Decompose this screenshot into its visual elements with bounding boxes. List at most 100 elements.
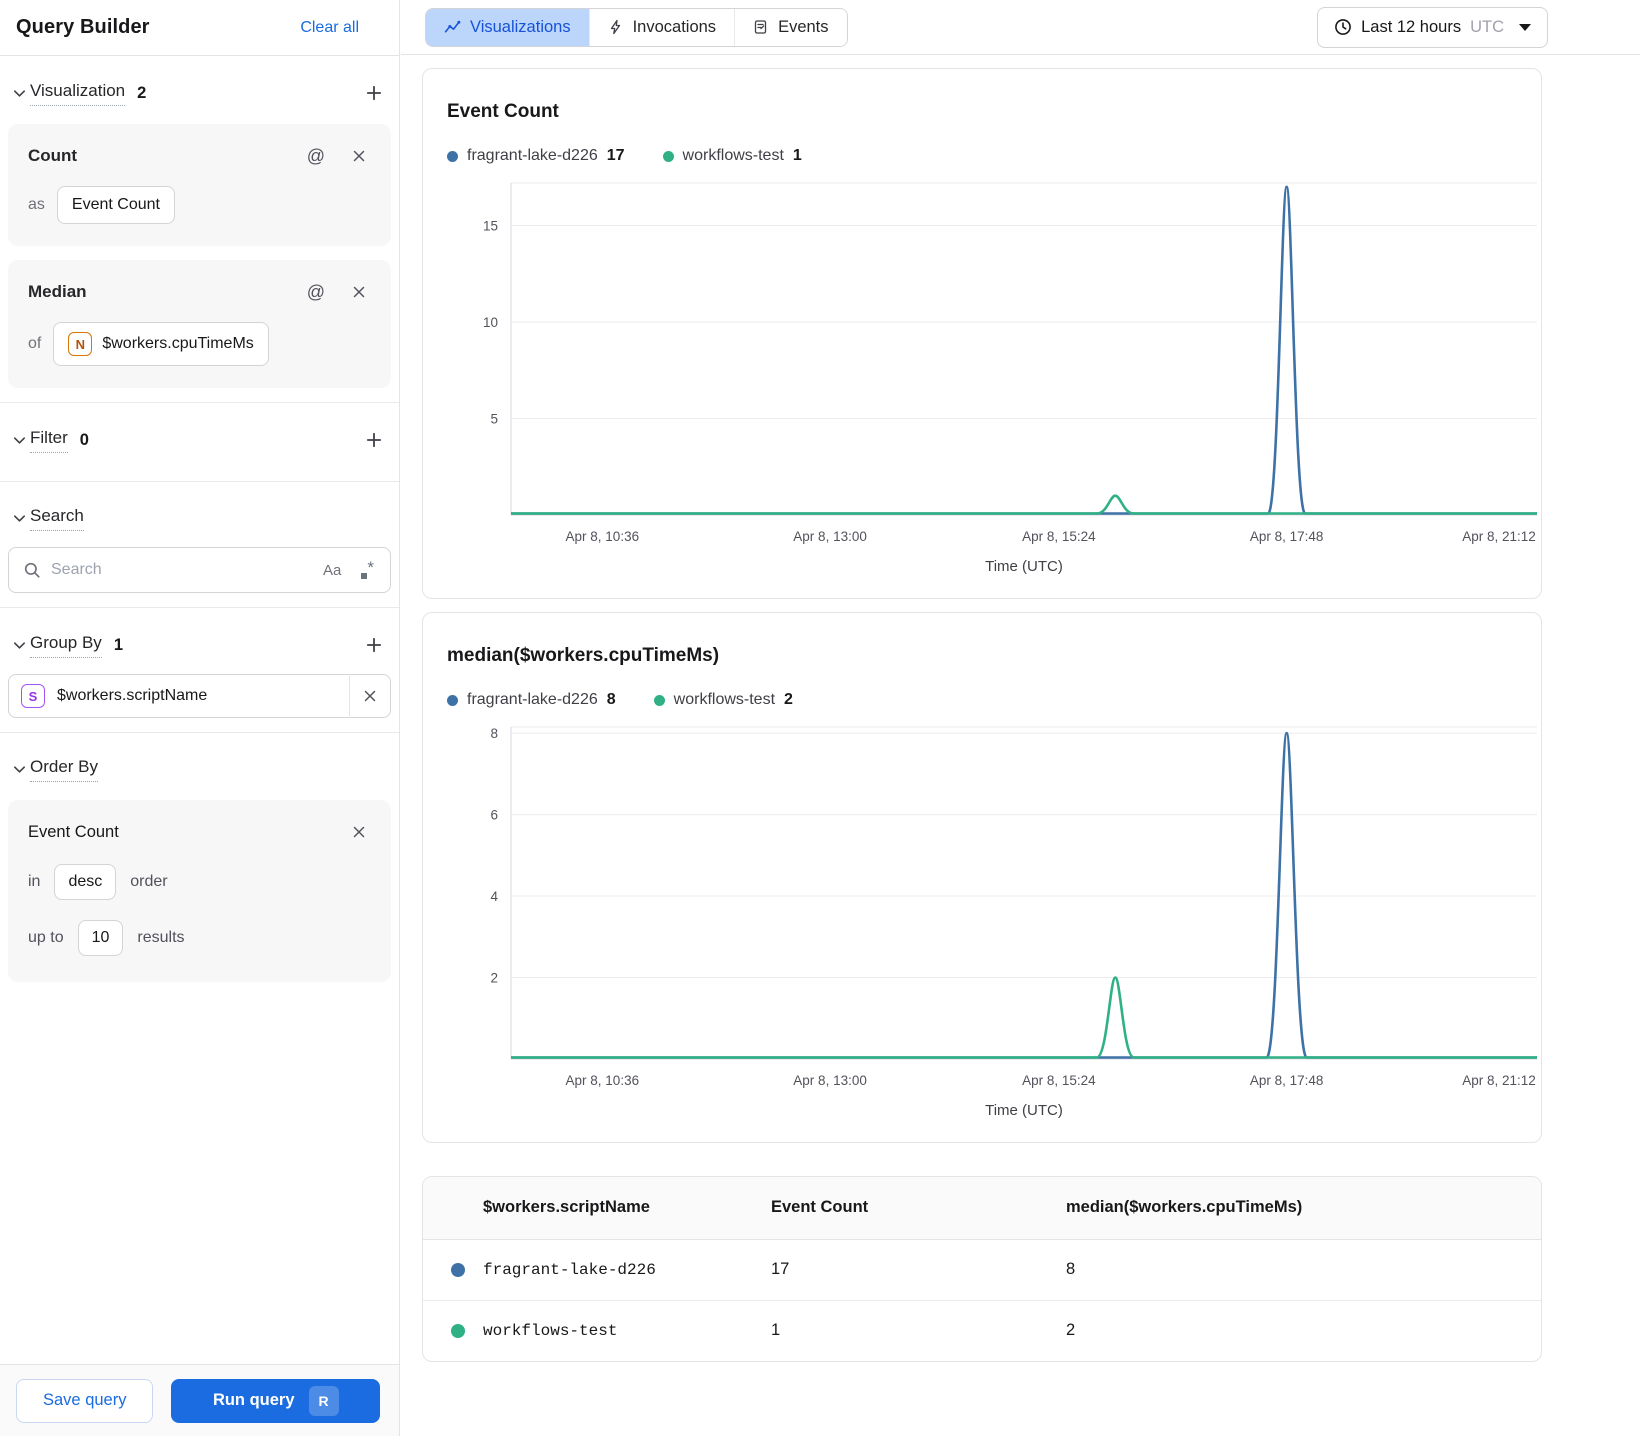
- clear-all-link[interactable]: Clear all: [300, 19, 359, 37]
- search-section-label[interactable]: Search: [30, 506, 84, 531]
- group-by-field-value: $workers.scriptName: [57, 687, 208, 704]
- visualization-section-header: Visualization 2: [8, 56, 391, 120]
- run-shortcut-badge: R: [308, 1385, 339, 1416]
- svg-text:10: 10: [483, 315, 498, 330]
- median-field-selector[interactable]: N $workers.cpuTimeMs: [53, 322, 269, 366]
- filter-section-label[interactable]: Filter: [30, 428, 68, 453]
- query-actions-footer: Save query Run query R: [0, 1364, 399, 1436]
- remove-order-by-button[interactable]: [347, 820, 371, 844]
- search-input[interactable]: [51, 561, 308, 579]
- search-section-header: Search: [8, 482, 391, 545]
- order-by-card: Event Count in desc order up to 10 resul…: [8, 800, 391, 982]
- svg-text:Time (UTC): Time (UTC): [985, 558, 1063, 575]
- median-cell: 8: [1066, 1260, 1076, 1278]
- chevron-down-icon[interactable]: [8, 762, 30, 777]
- legend-series-name: workflows-test: [673, 691, 776, 708]
- at-icon[interactable]: @: [297, 282, 335, 303]
- legend-series-name: workflows-test: [682, 147, 784, 164]
- alias-prefix-label: as: [28, 196, 45, 213]
- visualization-section-label[interactable]: Visualization: [30, 81, 126, 106]
- tab-invocations[interactable]: Invocations: [588, 8, 735, 46]
- line-chart[interactable]: 2 4 6 8 Apr 8, 10:36 Apr 8, 13:00 Apr 8, 15:24…: [447, 719, 1537, 1128]
- run-query-button[interactable]: Run query R: [171, 1378, 380, 1423]
- series-line: [511, 976, 1537, 1059]
- visualizations-content: Event Count fragrant-lake-d226 17 workflow…: [401, 55, 1640, 1362]
- script-name-cell: fragrant-lake-d226: [483, 1260, 656, 1279]
- legend-item[interactable]: fragrant-lake-d226 8: [447, 691, 616, 709]
- series-dot-icon: [653, 694, 665, 706]
- search-field-container: Aa *: [8, 547, 391, 593]
- script-name-cell: workflows-test: [483, 1321, 618, 1340]
- legend-item[interactable]: workflows-test 1: [662, 147, 802, 165]
- remove-group-by-button[interactable]: [350, 675, 390, 717]
- match-case-icon[interactable]: Aa: [317, 562, 347, 579]
- add-group-by-button[interactable]: [361, 632, 387, 658]
- chart-line-icon: [444, 19, 461, 36]
- limit-input[interactable]: 10: [77, 920, 124, 956]
- view-tabs: Visualizations Invocations Events: [425, 7, 848, 47]
- legend-series-name: fragrant-lake-d226: [467, 691, 598, 708]
- group-by-field-pill[interactable]: S $workers.scriptName: [8, 674, 391, 718]
- add-visualization-button[interactable]: [361, 80, 387, 106]
- table-body: fragrant-lake-d226 17 8 workflows-test 1 2: [423, 1239, 1541, 1361]
- results-table: $workers.scriptName Event Count median($wo…: [423, 1177, 1541, 1361]
- up-to-label: up to: [28, 929, 64, 946]
- visualization-name: Count: [28, 146, 78, 165]
- time-range-dropdown[interactable]: Last 12 hours UTC: [1317, 6, 1548, 48]
- topbar: Visualizations Invocations Events Last 1…: [401, 0, 1640, 55]
- order-by-section-label[interactable]: Order By: [30, 757, 99, 782]
- remove-visualization-button[interactable]: [347, 144, 371, 168]
- order-by-field: Event Count: [28, 822, 119, 841]
- at-icon[interactable]: @: [297, 146, 335, 167]
- order-label: order: [130, 873, 168, 890]
- visualization-card-median: Median @ of N $workers.cpuTimeMs: [8, 260, 391, 388]
- table-row[interactable]: fragrant-lake-d226 17 8: [423, 1239, 1541, 1300]
- sort-direction-selector[interactable]: desc: [54, 864, 117, 900]
- add-filter-button[interactable]: [361, 427, 387, 453]
- chevron-down-icon[interactable]: [8, 638, 30, 653]
- visualization-card-count: Count @ as Event Count: [8, 124, 391, 246]
- group-by-section-label[interactable]: Group By: [30, 633, 102, 658]
- svg-text:Apr 8, 17:48: Apr 8, 17:48: [1250, 529, 1324, 544]
- tab-label: Events: [778, 17, 829, 36]
- group-by-section-header: Group By 1: [8, 608, 391, 672]
- chart-legend: fragrant-lake-d226 17 workflows-test 1: [447, 147, 1531, 165]
- time-zone-value: UTC: [1470, 17, 1504, 36]
- median-cell: 2: [1066, 1321, 1076, 1340]
- regex-icon[interactable]: *: [357, 559, 378, 579]
- table-column-header: Event Count: [771, 1198, 869, 1217]
- field-prefix-label: of: [28, 335, 42, 352]
- search-icon: [23, 561, 41, 579]
- tab-visualizations[interactable]: Visualizations: [426, 8, 589, 46]
- legend-item[interactable]: workflows-test 2: [653, 691, 793, 709]
- chevron-down-icon[interactable]: [8, 433, 30, 448]
- chevron-down-icon[interactable]: [8, 86, 30, 101]
- event-count-cell: 17: [771, 1260, 790, 1278]
- legend-series-total: 17: [606, 147, 625, 164]
- query-builder-panel: Query Builder Clear all Visualization 2 …: [0, 0, 400, 1436]
- events-icon: [753, 19, 769, 35]
- visualization-count: 2: [137, 83, 147, 102]
- alias-field[interactable]: Event Count: [56, 186, 175, 224]
- chart-card-median-cputime: median($workers.cpuTimeMs) fragrant-lake…: [422, 612, 1542, 1143]
- legend-series-total: 1: [792, 147, 802, 164]
- svg-text:Apr 8, 10:36: Apr 8, 10:36: [566, 529, 640, 544]
- filter-count: 0: [79, 430, 89, 449]
- tab-events[interactable]: Events: [734, 8, 847, 46]
- table-row[interactable]: workflows-test 1 2: [423, 1300, 1541, 1361]
- svg-text:Apr 8, 15:24: Apr 8, 15:24: [1022, 529, 1096, 544]
- median-field-value: $workers.cpuTimeMs: [102, 335, 254, 352]
- number-type-icon: N: [68, 332, 93, 356]
- line-chart[interactable]: 5 10 15 Apr 8, 10:36 Apr 8, 13:00 Apr 8, 15:2…: [447, 175, 1537, 584]
- svg-text:Apr 8, 17:48: Apr 8, 17:48: [1250, 1073, 1324, 1088]
- legend-item[interactable]: fragrant-lake-d226 17: [447, 147, 625, 165]
- chevron-down-icon[interactable]: [8, 511, 30, 526]
- query-builder-body: Visualization 2 Count @ as Event Count M…: [0, 56, 399, 1364]
- save-query-button[interactable]: Save query: [16, 1378, 154, 1423]
- results-label: results: [137, 929, 185, 946]
- svg-text:15: 15: [483, 218, 498, 233]
- time-range-value: Last 12 hours: [1361, 17, 1462, 36]
- filter-section-header: Filter 0: [8, 403, 391, 467]
- table-header-row: $workers.scriptName Event Count median($wo…: [423, 1177, 1541, 1239]
- remove-visualization-button[interactable]: [347, 280, 371, 304]
